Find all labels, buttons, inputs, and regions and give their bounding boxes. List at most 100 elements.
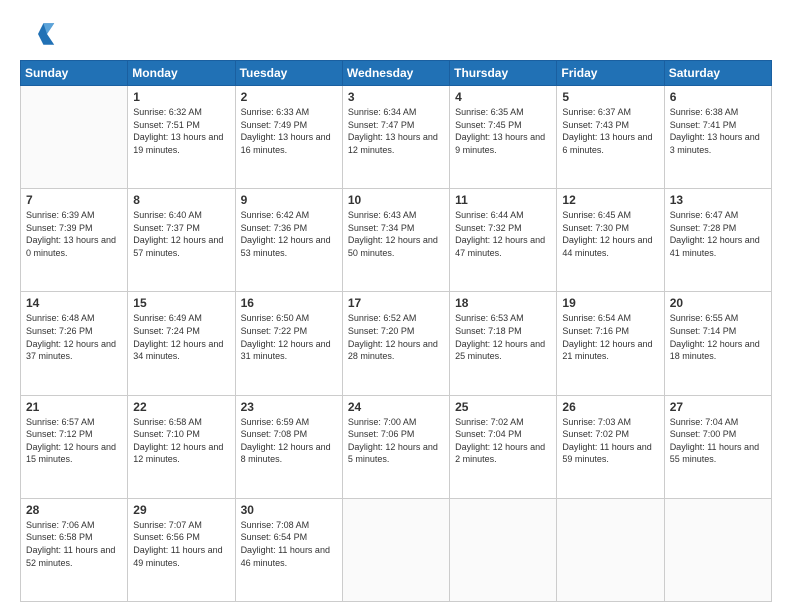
calendar-cell: 9Sunrise: 6:42 AMSunset: 7:36 PMDaylight… xyxy=(235,189,342,292)
day-info: Sunrise: 6:38 AMSunset: 7:41 PMDaylight:… xyxy=(670,106,766,156)
day-number: 23 xyxy=(241,400,337,414)
day-number: 29 xyxy=(133,503,229,517)
calendar-cell: 5Sunrise: 6:37 AMSunset: 7:43 PMDaylight… xyxy=(557,86,664,189)
header xyxy=(20,16,772,52)
day-number: 9 xyxy=(241,193,337,207)
calendar-cell xyxy=(664,498,771,601)
day-number: 6 xyxy=(670,90,766,104)
day-info: Sunrise: 7:08 AMSunset: 6:54 PMDaylight:… xyxy=(241,519,337,569)
day-info: Sunrise: 6:37 AMSunset: 7:43 PMDaylight:… xyxy=(562,106,658,156)
calendar-week-1: 1Sunrise: 6:32 AMSunset: 7:51 PMDaylight… xyxy=(21,86,772,189)
calendar-cell: 30Sunrise: 7:08 AMSunset: 6:54 PMDayligh… xyxy=(235,498,342,601)
calendar-cell: 19 Sunrise: 6:54 AMSunset: 7:16 PMDayligh… xyxy=(557,292,664,395)
day-number: 12 xyxy=(562,193,658,207)
calendar-cell: 27Sunrise: 7:04 AMSunset: 7:00 PMDayligh… xyxy=(664,395,771,498)
calendar-cell: 3Sunrise: 6:34 AMSunset: 7:47 PMDaylight… xyxy=(342,86,449,189)
weekday-header-saturday: Saturday xyxy=(664,61,771,86)
day-number: 21 xyxy=(26,400,122,414)
calendar-cell: 21 Sunrise: 6:57 AMSunset: 7:12 PMDayligh… xyxy=(21,395,128,498)
calendar-cell: 25 Sunrise: 7:02 AMSunset: 7:04 PMDayligh… xyxy=(450,395,557,498)
calendar-cell: 7Sunrise: 6:39 AMSunset: 7:39 PMDaylight… xyxy=(21,189,128,292)
day-number: 20 xyxy=(670,296,766,310)
day-number: 26 xyxy=(562,400,658,414)
calendar-cell xyxy=(21,86,128,189)
day-number: 8 xyxy=(133,193,229,207)
calendar-cell: 1Sunrise: 6:32 AMSunset: 7:51 PMDaylight… xyxy=(128,86,235,189)
day-number: 25 xyxy=(455,400,551,414)
calendar-cell: 4 Sunrise: 6:35 AMSunset: 7:45 PMDaylight… xyxy=(450,86,557,189)
day-info: Sunrise: 7:00 AMSunset: 7:06 PMDaylight:… xyxy=(348,416,444,466)
calendar-cell: 2Sunrise: 6:33 AMSunset: 7:49 PMDaylight… xyxy=(235,86,342,189)
day-number: 28 xyxy=(26,503,122,517)
calendar-week-5: 28Sunrise: 7:06 AMSunset: 6:58 PMDayligh… xyxy=(21,498,772,601)
day-number: 10 xyxy=(348,193,444,207)
calendar-cell xyxy=(557,498,664,601)
day-info: Sunrise: 6:35 AMSunset: 7:45 PMDaylight:… xyxy=(455,106,551,156)
calendar-cell: 29 Sunrise: 7:07 AMSunset: 6:56 PMDayligh… xyxy=(128,498,235,601)
day-info: Sunrise: 6:57 AMSunset: 7:12 PMDaylight:… xyxy=(26,416,122,466)
calendar-cell: 14 Sunrise: 6:48 AMSunset: 7:26 PMDayligh… xyxy=(21,292,128,395)
day-number: 17 xyxy=(348,296,444,310)
day-info: Sunrise: 7:07 AMSunset: 6:56 PMDaylight:… xyxy=(133,519,229,569)
calendar-cell: 26 Sunrise: 7:03 AMSunset: 7:02 PMDayligh… xyxy=(557,395,664,498)
calendar-cell: 20 Sunrise: 6:55 AMSunset: 7:14 PMDayligh… xyxy=(664,292,771,395)
weekday-header-monday: Monday xyxy=(128,61,235,86)
day-info: Sunrise: 7:03 AMSunset: 7:02 PMDaylight:… xyxy=(562,416,658,466)
day-info: Sunrise: 6:58 AMSunset: 7:10 PMDaylight:… xyxy=(133,416,229,466)
calendar-cell: 17 Sunrise: 6:52 AMSunset: 7:20 PMDayligh… xyxy=(342,292,449,395)
day-info: Sunrise: 6:59 AMSunset: 7:08 PMDaylight:… xyxy=(241,416,337,466)
calendar-cell: 23 Sunrise: 6:59 AMSunset: 7:08 PMDayligh… xyxy=(235,395,342,498)
calendar-cell: 16Sunrise: 6:50 AMSunset: 7:22 PMDayligh… xyxy=(235,292,342,395)
day-number: 2 xyxy=(241,90,337,104)
day-number: 22 xyxy=(133,400,229,414)
day-info: Sunrise: 6:45 AMSunset: 7:30 PMDaylight:… xyxy=(562,209,658,259)
day-info: Sunrise: 6:34 AMSunset: 7:47 PMDaylight:… xyxy=(348,106,444,156)
weekday-header-tuesday: Tuesday xyxy=(235,61,342,86)
day-number: 18 xyxy=(455,296,551,310)
day-info: Sunrise: 7:02 AMSunset: 7:04 PMDaylight:… xyxy=(455,416,551,466)
logo xyxy=(20,16,60,52)
weekday-header-friday: Friday xyxy=(557,61,664,86)
weekday-header-wednesday: Wednesday xyxy=(342,61,449,86)
day-info: Sunrise: 6:48 AMSunset: 7:26 PMDaylight:… xyxy=(26,312,122,362)
day-info: Sunrise: 6:54 AMSunset: 7:16 PMDaylight:… xyxy=(562,312,658,362)
day-info: Sunrise: 6:55 AMSunset: 7:14 PMDaylight:… xyxy=(670,312,766,362)
day-number: 4 xyxy=(455,90,551,104)
day-number: 24 xyxy=(348,400,444,414)
calendar-week-2: 7Sunrise: 6:39 AMSunset: 7:39 PMDaylight… xyxy=(21,189,772,292)
day-number: 11 xyxy=(455,193,551,207)
calendar-header-row: SundayMondayTuesdayWednesdayThursdayFrid… xyxy=(21,61,772,86)
calendar-cell: 8 Sunrise: 6:40 AMSunset: 7:37 PMDaylight… xyxy=(128,189,235,292)
calendar-cell: 10 Sunrise: 6:43 AMSunset: 7:34 PMDayligh… xyxy=(342,189,449,292)
day-number: 15 xyxy=(133,296,229,310)
day-info: Sunrise: 6:39 AMSunset: 7:39 PMDaylight:… xyxy=(26,209,122,259)
day-number: 14 xyxy=(26,296,122,310)
calendar-cell: 28Sunrise: 7:06 AMSunset: 6:58 PMDayligh… xyxy=(21,498,128,601)
day-info: Sunrise: 6:49 AMSunset: 7:24 PMDaylight:… xyxy=(133,312,229,362)
day-info: Sunrise: 6:47 AMSunset: 7:28 PMDaylight:… xyxy=(670,209,766,259)
calendar-table: SundayMondayTuesdayWednesdayThursdayFrid… xyxy=(20,60,772,602)
page: SundayMondayTuesdayWednesdayThursdayFrid… xyxy=(0,0,792,612)
calendar-cell: 18 Sunrise: 6:53 AMSunset: 7:18 PMDayligh… xyxy=(450,292,557,395)
day-number: 19 xyxy=(562,296,658,310)
calendar-cell xyxy=(342,498,449,601)
day-info: Sunrise: 7:04 AMSunset: 7:00 PMDaylight:… xyxy=(670,416,766,466)
calendar-cell: 22 Sunrise: 6:58 AMSunset: 7:10 PMDayligh… xyxy=(128,395,235,498)
calendar-cell: 12 Sunrise: 6:45 AMSunset: 7:30 PMDayligh… xyxy=(557,189,664,292)
calendar-cell: 24 Sunrise: 7:00 AMSunset: 7:06 PMDayligh… xyxy=(342,395,449,498)
day-info: Sunrise: 6:52 AMSunset: 7:20 PMDaylight:… xyxy=(348,312,444,362)
calendar-week-3: 14 Sunrise: 6:48 AMSunset: 7:26 PMDayligh… xyxy=(21,292,772,395)
day-info: Sunrise: 6:44 AMSunset: 7:32 PMDaylight:… xyxy=(455,209,551,259)
day-info: Sunrise: 6:40 AMSunset: 7:37 PMDaylight:… xyxy=(133,209,229,259)
day-number: 13 xyxy=(670,193,766,207)
calendar-cell xyxy=(450,498,557,601)
weekday-header-thursday: Thursday xyxy=(450,61,557,86)
weekday-header-sunday: Sunday xyxy=(21,61,128,86)
calendar-cell: 15 Sunrise: 6:49 AMSunset: 7:24 PMDayligh… xyxy=(128,292,235,395)
day-info: Sunrise: 6:53 AMSunset: 7:18 PMDaylight:… xyxy=(455,312,551,362)
calendar-cell: 6 Sunrise: 6:38 AMSunset: 7:41 PMDaylight… xyxy=(664,86,771,189)
day-info: Sunrise: 6:43 AMSunset: 7:34 PMDaylight:… xyxy=(348,209,444,259)
logo-icon xyxy=(20,16,56,52)
day-info: Sunrise: 6:32 AMSunset: 7:51 PMDaylight:… xyxy=(133,106,229,156)
calendar-cell: 13 Sunrise: 6:47 AMSunset: 7:28 PMDayligh… xyxy=(664,189,771,292)
